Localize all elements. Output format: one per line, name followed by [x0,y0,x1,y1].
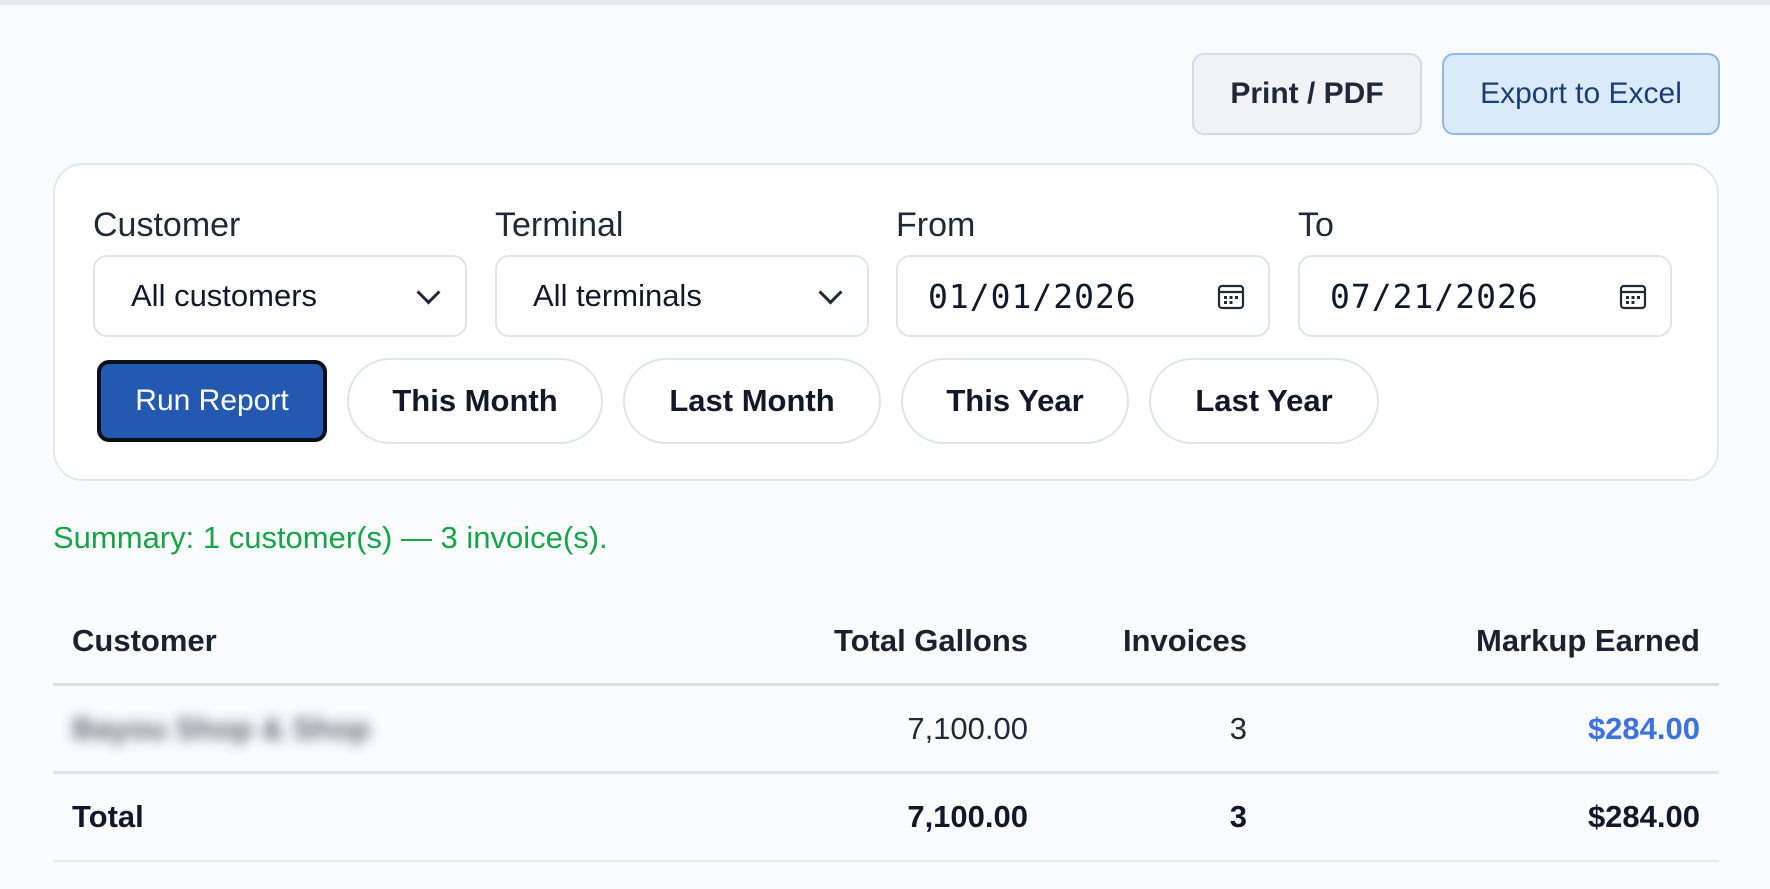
to-date-label: To [1298,206,1334,244]
customer-select-value: All customers [131,278,318,313]
calendar-icon[interactable] [1618,281,1648,311]
report-table: Customer Total Gallons Invoices Markup E… [53,598,1719,862]
from-date-value: 01/01/2026 [928,276,1137,316]
from-date-label: From [896,206,976,244]
from-date-filter: From 01/01/2026 [896,205,1270,337]
terminal-filter-label: Terminal [495,206,624,244]
report-page: Print / PDF Export to Excel Customer All… [0,0,1770,889]
row-customer-name: Bayou Shop & Shop [72,711,370,746]
header-markup-earned: Markup Earned [1476,623,1700,658]
export-excel-button[interactable]: Export to Excel [1442,53,1720,135]
header-invoices: Invoices [1122,623,1247,658]
customer-select[interactable]: All customers [93,255,467,337]
from-date-input[interactable]: 01/01/2026 [896,255,1270,337]
chevron-down-icon [818,279,843,305]
to-date-value: 07/21/2026 [1330,276,1539,316]
terminal-select-value: All terminals [533,278,702,313]
header-customer: Customer [72,623,217,658]
top-divider [0,0,1770,5]
run-report-button[interactable]: Run Report [97,360,327,442]
table-total-row: Total 7,100.00 3 $284.00 [53,774,1719,862]
table-row[interactable]: Bayou Shop & Shop 7,100.00 3 $284.00 [53,686,1719,774]
row-invoices: 3 [1229,711,1247,746]
row-markup-earned: $284.00 [1587,711,1700,746]
terminal-filter: Terminal All terminals [495,205,869,337]
chevron-down-icon [416,279,441,305]
to-date-input[interactable]: 07/21/2026 [1298,255,1672,337]
header-total-gallons: Total Gallons [833,623,1028,658]
summary-text: Summary: 1 customer(s) — 3 invoice(s). [53,520,608,555]
last-month-button[interactable]: Last Month [623,358,881,444]
total-invoices: 3 [1229,799,1247,834]
report-buttons: Run Report This Month Last Month This Ye… [97,358,1379,444]
print-pdf-button[interactable]: Print / PDF [1192,53,1422,135]
terminal-select[interactable]: All terminals [495,255,869,337]
this-month-button[interactable]: This Month [347,358,603,444]
this-year-button[interactable]: This Year [901,358,1129,444]
filter-panel: Customer All customers Terminal All term… [53,163,1719,481]
total-gallons: 7,100.00 [907,799,1028,834]
customer-filter-label: Customer [93,206,241,244]
total-label: Total [72,799,144,834]
report-actions: Print / PDF Export to Excel [1192,53,1720,135]
calendar-icon[interactable] [1216,281,1246,311]
last-year-button[interactable]: Last Year [1149,358,1379,444]
table-header: Customer Total Gallons Invoices Markup E… [53,598,1719,686]
customer-filter: Customer All customers [93,205,467,337]
total-markup-earned: $284.00 [1587,799,1700,834]
row-total-gallons: 7,100.00 [907,711,1028,746]
to-date-filter: To 07/21/2026 [1298,205,1672,337]
